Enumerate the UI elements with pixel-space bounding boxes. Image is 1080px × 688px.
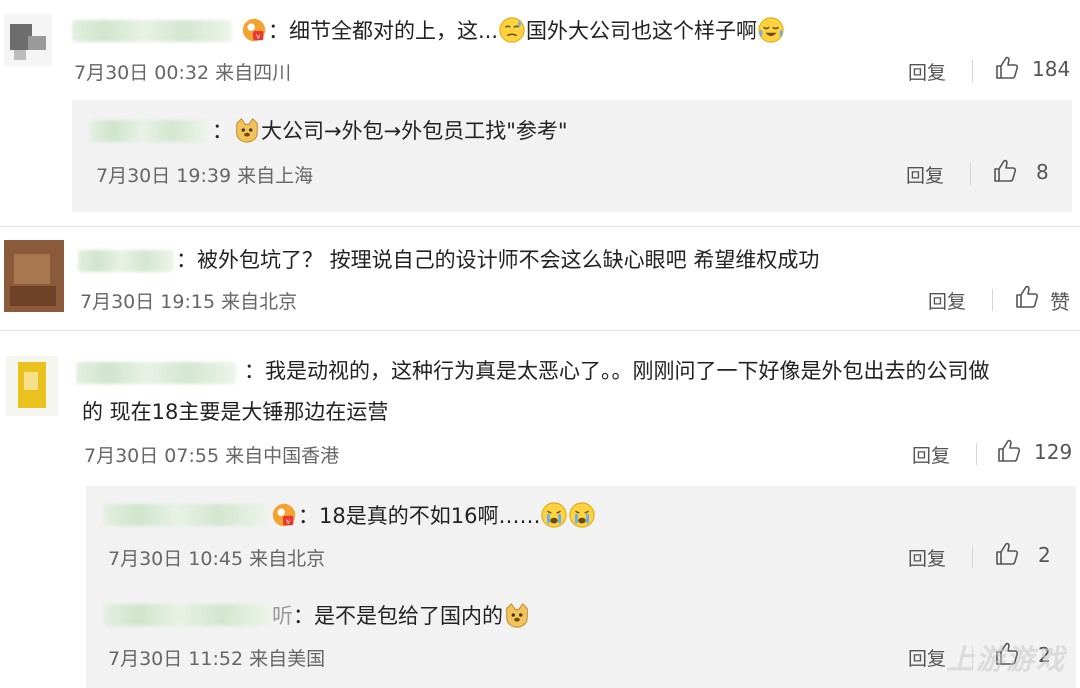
reply-button[interactable]: 回复 xyxy=(906,161,944,188)
avatar[interactable] xyxy=(4,240,64,312)
reply-meta: 7月30日 10:45 来自北京 xyxy=(108,548,326,570)
doge-emoji xyxy=(503,601,531,629)
divider xyxy=(970,163,971,185)
reply-button[interactable]: 回复 xyxy=(908,644,946,671)
like-count[interactable]: 8 xyxy=(1036,160,1049,184)
reply-button[interactable]: 回复 xyxy=(928,287,966,314)
thumbs-up-icon[interactable] xyxy=(992,158,1018,184)
comment-meta: 7月30日 00:32 来自四川 xyxy=(74,62,292,84)
comment-text: ：被外包坑了？ 按理说自己的设计师不会这么缺心眼吧 希望维权成功 xyxy=(176,248,820,272)
reply-text: ：18是真的不如16啊…… xyxy=(270,501,596,530)
like-count[interactable]: 赞 xyxy=(1050,286,1070,315)
divider xyxy=(972,546,973,568)
laugh-cry-emoji xyxy=(757,16,785,44)
comment-text: ：我是动视的，这种行为真是太恶心了。。刚刚问了一下好像是外包出去的公司做 xyxy=(244,359,990,383)
reply-button[interactable]: 回复 xyxy=(908,544,946,571)
like-count[interactable]: 2 xyxy=(1038,543,1051,567)
like-count[interactable]: 184 xyxy=(1032,57,1070,81)
username[interactable] xyxy=(104,604,272,626)
doge-emoji xyxy=(233,116,261,144)
divider xyxy=(992,289,993,311)
comment-meta: 7月30日 07:55 来自中国香港 xyxy=(84,445,340,467)
username[interactable] xyxy=(104,504,268,526)
tears-face-emoji xyxy=(540,501,568,529)
thumbs-up-icon[interactable] xyxy=(994,55,1020,81)
avatar[interactable] xyxy=(6,356,58,416)
reply-button[interactable]: 回复 xyxy=(912,441,950,468)
username[interactable] xyxy=(78,250,174,272)
reply-button[interactable]: 回复 xyxy=(908,58,946,85)
avatar[interactable] xyxy=(4,14,52,66)
like-count[interactable]: 129 xyxy=(1034,440,1072,464)
divider xyxy=(0,226,1080,227)
divider xyxy=(976,443,977,465)
reply-meta: 7月30日 11:52 来自美国 xyxy=(108,648,326,670)
thumbs-up-icon[interactable] xyxy=(1014,284,1040,310)
reply-text: 听：是不是包给了国内的 xyxy=(272,601,531,630)
divider xyxy=(972,60,973,82)
username[interactable] xyxy=(76,362,236,384)
reply-text: ：大公司→外包→外包员工找"参考" xyxy=(212,116,568,145)
username[interactable] xyxy=(90,120,208,142)
thumbs-up-icon[interactable] xyxy=(996,438,1022,464)
tears-face-emoji xyxy=(568,501,596,529)
comment-text-line2: 的 现在18主要是大锤那边在运营 xyxy=(82,400,389,424)
reply-meta: 7月30日 19:39 来自上海 xyxy=(96,165,314,187)
thumbs-up-icon[interactable] xyxy=(994,541,1020,567)
sweat-face-emoji xyxy=(498,16,526,44)
user-badge-icon xyxy=(240,16,268,44)
username[interactable] xyxy=(72,20,232,42)
divider xyxy=(0,330,1080,331)
comment-meta: 7月30日 19:15 来自北京 xyxy=(80,291,298,313)
user-badge-icon xyxy=(270,501,298,529)
watermark: 上游游戏 xyxy=(945,643,1066,676)
comment-text: ：细节全都对的上，这... 国外大公司也这个样子啊 xyxy=(240,16,785,45)
